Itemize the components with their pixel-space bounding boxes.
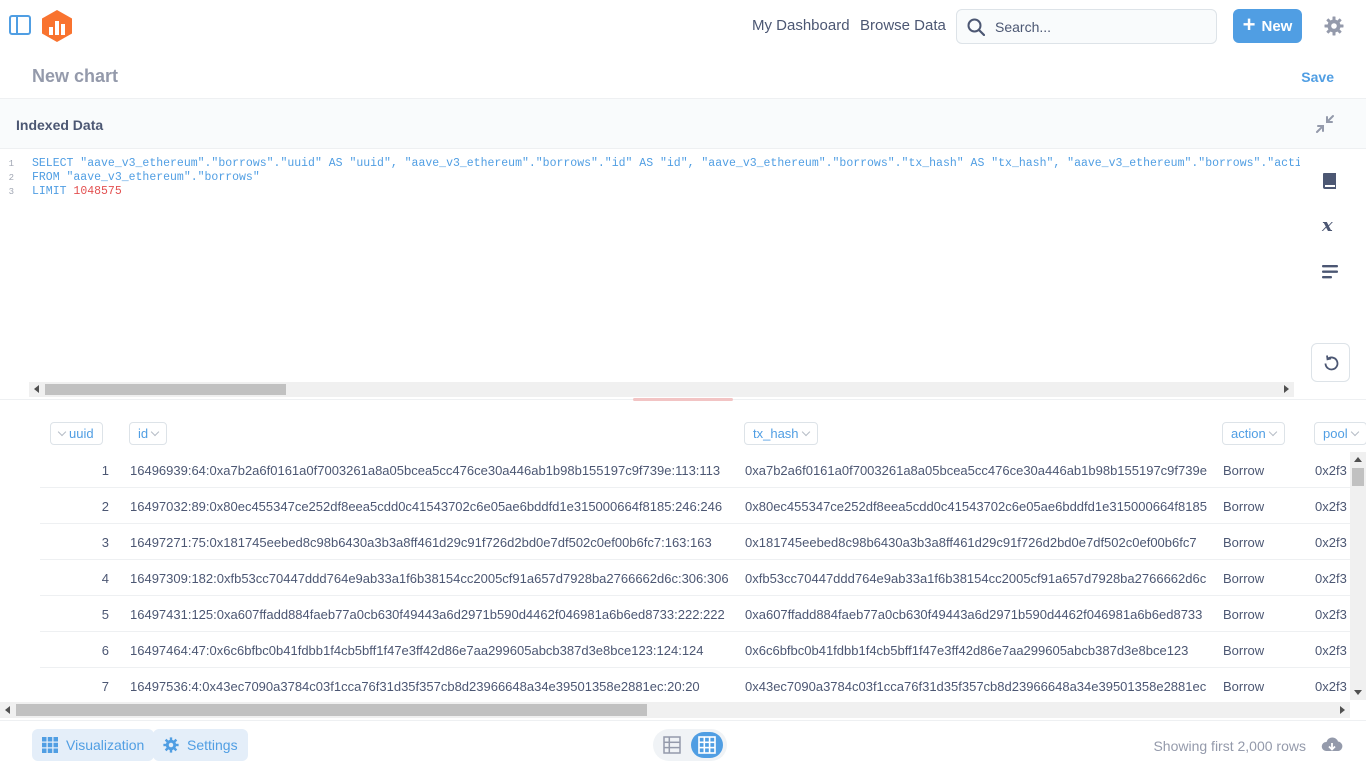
save-button[interactable]: Save [1301, 69, 1334, 85]
settings-label: Settings [187, 737, 238, 753]
grid-view-toggle[interactable] [691, 732, 723, 758]
cell-id[interactable]: 16496939:64:0xa7b2a6f0161a0f7003261a8a05… [130, 463, 720, 478]
cell-id[interactable]: 16497271:75:0x181745eebed8c98b6430a3b3a8… [130, 535, 712, 550]
cell-id[interactable]: 16497032:89:0x80ec455347ce252df8eea5cdd0… [130, 499, 722, 514]
cell-tx-hash[interactable]: 0x80ec455347ce252df8eea5cdd0c41543702c6e… [745, 499, 1207, 514]
cell-tx-hash[interactable]: 0x6c6bfbc0b41fdbb1f4cb5bff1f47e3ff42d86e… [745, 643, 1188, 658]
cell-tx-hash[interactable]: 0xfb53cc70447ddd764e9ab33a1f6b38154cc200… [745, 571, 1206, 586]
plus-icon: + [1242, 12, 1256, 37]
new-button-label: New [1261, 17, 1293, 35]
cell-pool[interactable]: 0x2f3 [1315, 643, 1347, 658]
top-nav: My Dashboard Browse Data + New [0, 0, 1366, 52]
cell-pool[interactable]: 0x2f3 [1315, 535, 1347, 550]
table-row: 5 16497431:125:0xa607ffadd884faeb77a0cb63… [40, 596, 1350, 632]
cell-pool[interactable]: 0x2f3 [1315, 679, 1347, 694]
cell-uuid[interactable]: 7 [40, 679, 109, 694]
column-header-id[interactable]: id [129, 422, 168, 445]
cell-uuid[interactable]: 6 [40, 643, 109, 658]
column-header-tx-hash[interactable]: tx_hash [744, 422, 818, 445]
cell-pool[interactable]: 0x2f3 [1315, 607, 1347, 622]
cell-uuid[interactable]: 1 [40, 463, 109, 478]
database-name[interactable]: Indexed Data [16, 117, 103, 133]
cell-action[interactable]: Borrow [1223, 607, 1264, 622]
visualization-button[interactable]: Visualization [32, 729, 155, 761]
editor-horizontal-scrollbar[interactable] [29, 382, 1294, 397]
column-header-uuid[interactable]: uuid [50, 422, 103, 445]
table-horizontal-scrollbar[interactable] [0, 702, 1350, 718]
gear-icon[interactable] [1324, 16, 1344, 36]
table-row: 7 16497536:4:0x43ec7090a3784c03f1cca76f31… [40, 668, 1350, 704]
code-line-3: 3 LIMIT 1048575 [8, 185, 122, 198]
grid-view-icon [698, 736, 716, 754]
run-query-button[interactable] [1311, 343, 1350, 382]
cell-id[interactable]: 16497536:4:0x43ec7090a3784c03f1cca76f31d… [130, 679, 700, 694]
cell-action[interactable]: Borrow [1223, 463, 1264, 478]
results-table: uuid id tx_hash action pool 1 16496939:64… [0, 400, 1366, 720]
variable-icon[interactable]: x [1320, 215, 1340, 235]
table-row: 6 16497464:47:0x6c6bfbc0b41fdbb1f4cb5bff1… [40, 632, 1350, 668]
cell-tx-hash[interactable]: 0xa607ffadd884faeb77a0cb630f49443a6d2971… [745, 607, 1202, 622]
search-icon [967, 18, 985, 36]
nav-browse-data[interactable]: Browse Data [860, 17, 946, 34]
visualization-label: Visualization [66, 737, 145, 753]
column-header-pool[interactable]: pool [1314, 422, 1366, 445]
footer: Visualization Settings Showing first 2,0… [0, 720, 1366, 767]
search-box[interactable] [956, 9, 1217, 44]
page-title[interactable]: New chart [32, 66, 118, 87]
cell-action[interactable]: Borrow [1223, 571, 1264, 586]
cell-pool[interactable]: 0x2f3 [1315, 499, 1347, 514]
settings-button[interactable]: Settings [153, 729, 248, 761]
table-row: 3 16497271:75:0x181745eebed8c98b6430a3b3a… [40, 524, 1350, 560]
title-row: New chart Save [0, 52, 1366, 99]
app-logo-icon[interactable] [40, 9, 74, 43]
table-row: 1 16496939:64:0xa7b2a6f0161a0f7003261a8a0… [40, 452, 1350, 488]
svg-text:x: x [1321, 215, 1333, 235]
settings-gear-icon [163, 737, 179, 753]
new-button[interactable]: + New [1233, 9, 1302, 43]
sql-editor[interactable]: 1 SELECT "aave_v3_ethereum"."borrows"."uu… [0, 149, 1300, 399]
refresh-icon [1324, 355, 1339, 371]
cell-tx-hash[interactable]: 0x181745eebed8c98b6430a3b3a8ff461d29c91f… [745, 535, 1197, 550]
code-line-1: 1 SELECT "aave_v3_ethereum"."borrows"."uu… [8, 157, 1300, 170]
table-row: 2 16497032:89:0x80ec455347ce252df8eea5cdd… [40, 488, 1350, 524]
collapse-icon[interactable] [1315, 114, 1335, 134]
row-count: Showing first 2,000 rows [1153, 738, 1306, 754]
cell-action[interactable]: Borrow [1223, 535, 1264, 550]
nav-my-dashboard[interactable]: My Dashboard [752, 17, 850, 34]
table-view-icon[interactable] [663, 736, 681, 754]
table-row: 4 16497309:182:0xfb53cc70447ddd764e9ab33a… [40, 560, 1350, 596]
cell-pool[interactable]: 0x2f3 [1315, 463, 1347, 478]
cell-id[interactable]: 16497431:125:0xa607ffadd884faeb77a0cb630… [130, 607, 725, 622]
cell-id[interactable]: 16497464:47:0x6c6bfbc0b41fdbb1f4cb5bff1f… [130, 643, 704, 658]
cell-tx-hash[interactable]: 0x43ec7090a3784c03f1cca76f31d35f357cb8d2… [745, 679, 1206, 694]
cell-uuid[interactable]: 2 [40, 499, 109, 514]
sidebar-toggle-icon[interactable] [9, 15, 31, 35]
table-vertical-scrollbar[interactable] [1350, 452, 1366, 700]
editor-header: Indexed Data [0, 99, 1366, 149]
cell-tx-hash[interactable]: 0xa7b2a6f0161a0f7003261a8a05bcea5cc476ce… [745, 463, 1207, 478]
cell-uuid[interactable]: 5 [40, 607, 109, 622]
search-input[interactable] [995, 18, 1195, 35]
cell-action[interactable]: Borrow [1223, 679, 1264, 694]
cell-pool[interactable]: 0x2f3 [1315, 571, 1347, 586]
view-toggle[interactable] [653, 729, 727, 761]
cell-action[interactable]: Borrow [1223, 499, 1264, 514]
code-line-2: 2 FROM "aave_v3_ethereum"."borrows" [8, 171, 260, 184]
cell-uuid[interactable]: 3 [40, 535, 109, 550]
book-icon[interactable] [1320, 171, 1340, 191]
grid-icon [42, 737, 58, 753]
snippet-icon[interactable] [1320, 262, 1340, 282]
download-icon[interactable] [1321, 736, 1343, 754]
cell-action[interactable]: Borrow [1223, 643, 1264, 658]
cell-uuid[interactable]: 4 [40, 571, 109, 586]
column-header-action[interactable]: action [1222, 422, 1285, 445]
cell-id[interactable]: 16497309:182:0xfb53cc70447ddd764e9ab33a1… [130, 571, 729, 586]
